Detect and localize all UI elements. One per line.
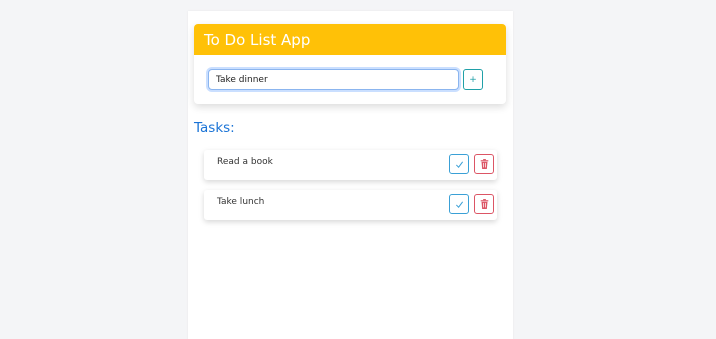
task-item: Read a book (204, 150, 497, 180)
plus-icon: + (469, 74, 477, 85)
app-container: To Do List App + Tasks: Read a book (188, 11, 513, 339)
page-background: To Do List App + Tasks: Read a book (0, 0, 716, 339)
task-item: Take lunch (204, 190, 497, 220)
trash-icon (480, 199, 488, 209)
complete-task-button[interactable] (449, 194, 469, 214)
delete-task-button[interactable] (474, 194, 494, 214)
task-text: Take lunch (217, 197, 265, 207)
check-icon (455, 201, 463, 208)
complete-task-button[interactable] (449, 154, 469, 174)
delete-task-button[interactable] (474, 154, 494, 174)
task-actions (444, 194, 497, 214)
tasks-heading: Tasks: (194, 120, 235, 136)
task-input[interactable] (208, 69, 459, 90)
add-task-button[interactable]: + (463, 69, 483, 90)
card-header: To Do List App (194, 24, 506, 55)
add-task-row: + (208, 69, 483, 90)
task-text: Read a book (217, 157, 273, 167)
todo-card: To Do List App + (194, 24, 506, 104)
check-icon (455, 161, 463, 168)
task-list: Read a book Take lunch (204, 150, 497, 230)
trash-icon (480, 159, 488, 169)
app-title: To Do List App (204, 30, 311, 49)
task-actions (444, 154, 497, 174)
